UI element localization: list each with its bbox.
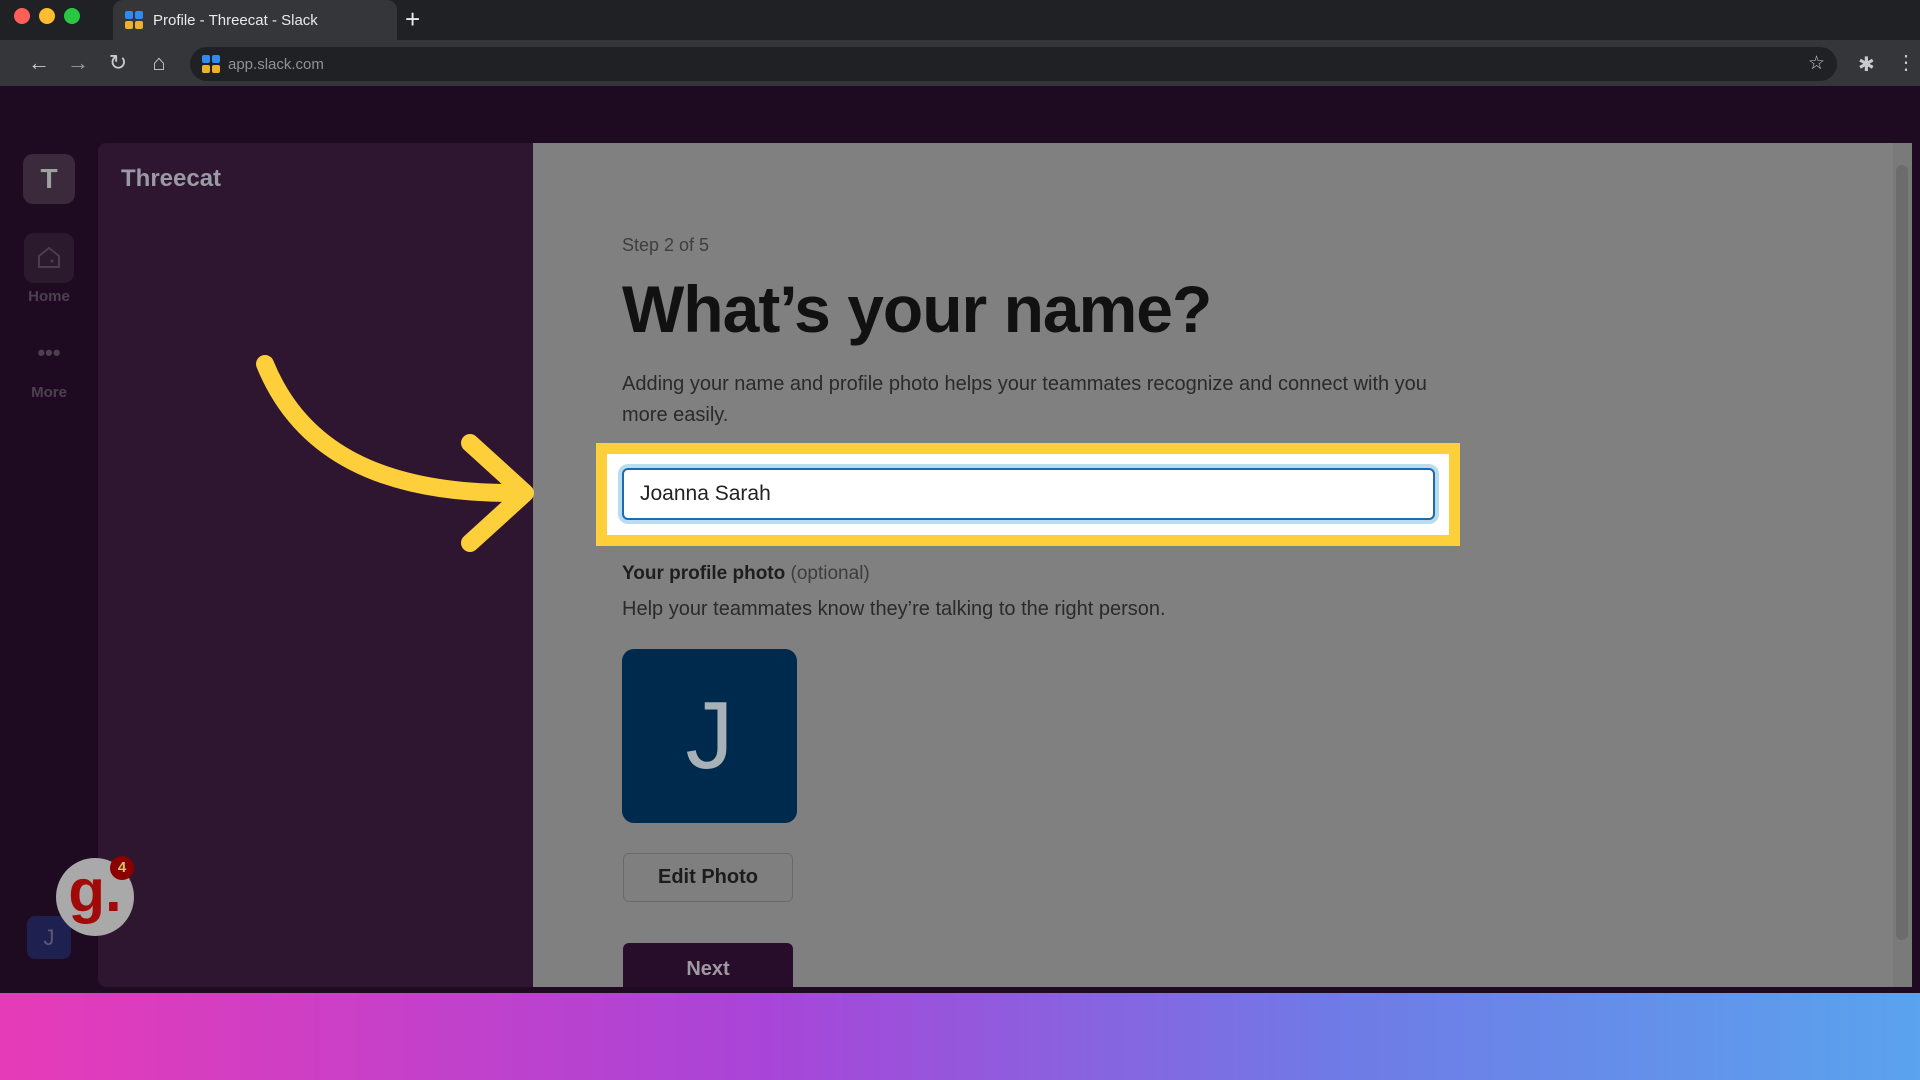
desktop-background [0, 993, 1920, 1080]
notification-count-badge: 4 [110, 856, 134, 880]
pointer-arrow-icon [256, 355, 534, 552]
